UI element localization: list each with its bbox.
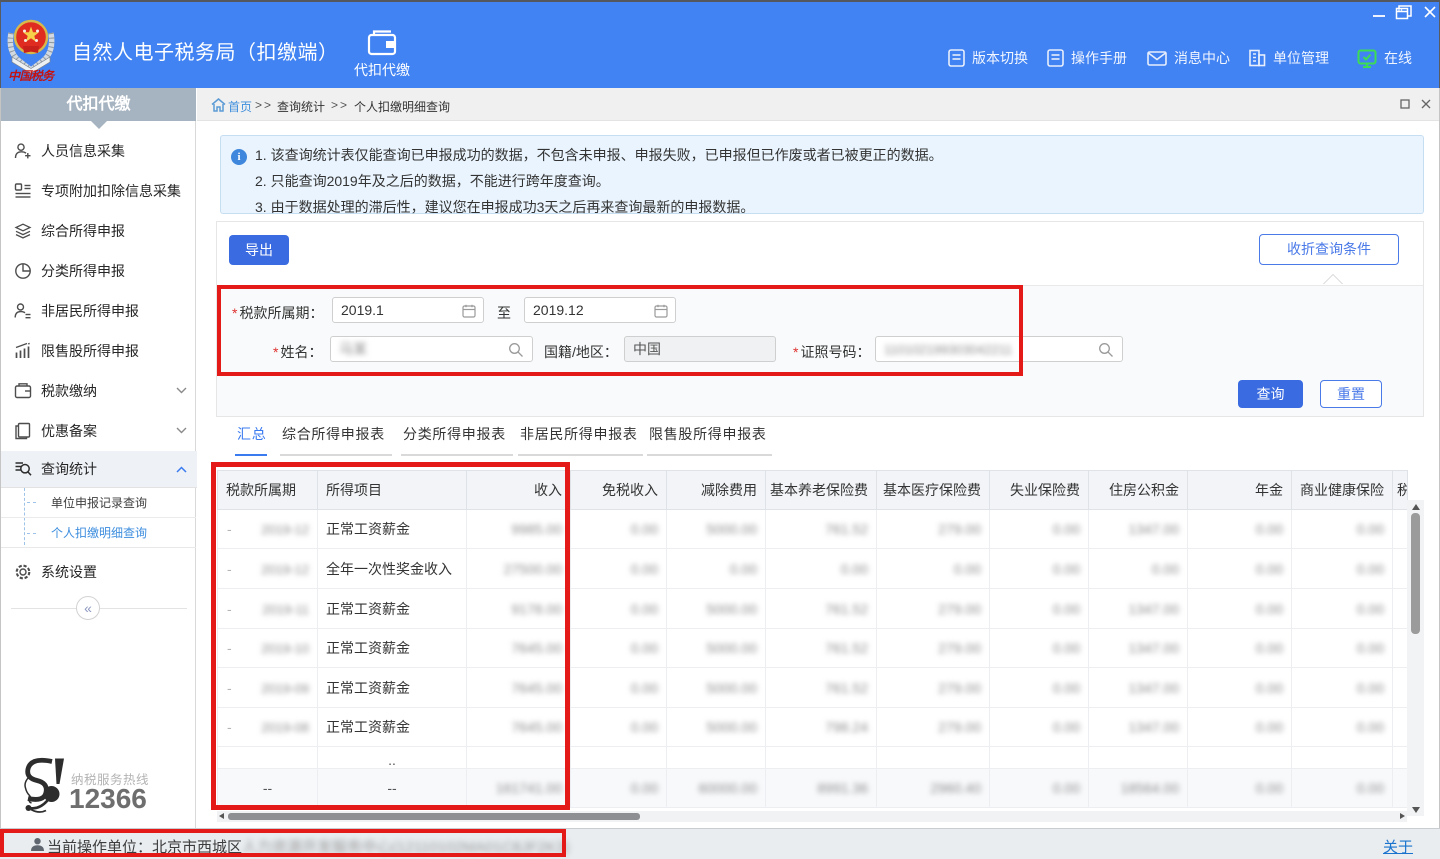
svg-text:中国税务: 中国税务 — [8, 69, 56, 81]
